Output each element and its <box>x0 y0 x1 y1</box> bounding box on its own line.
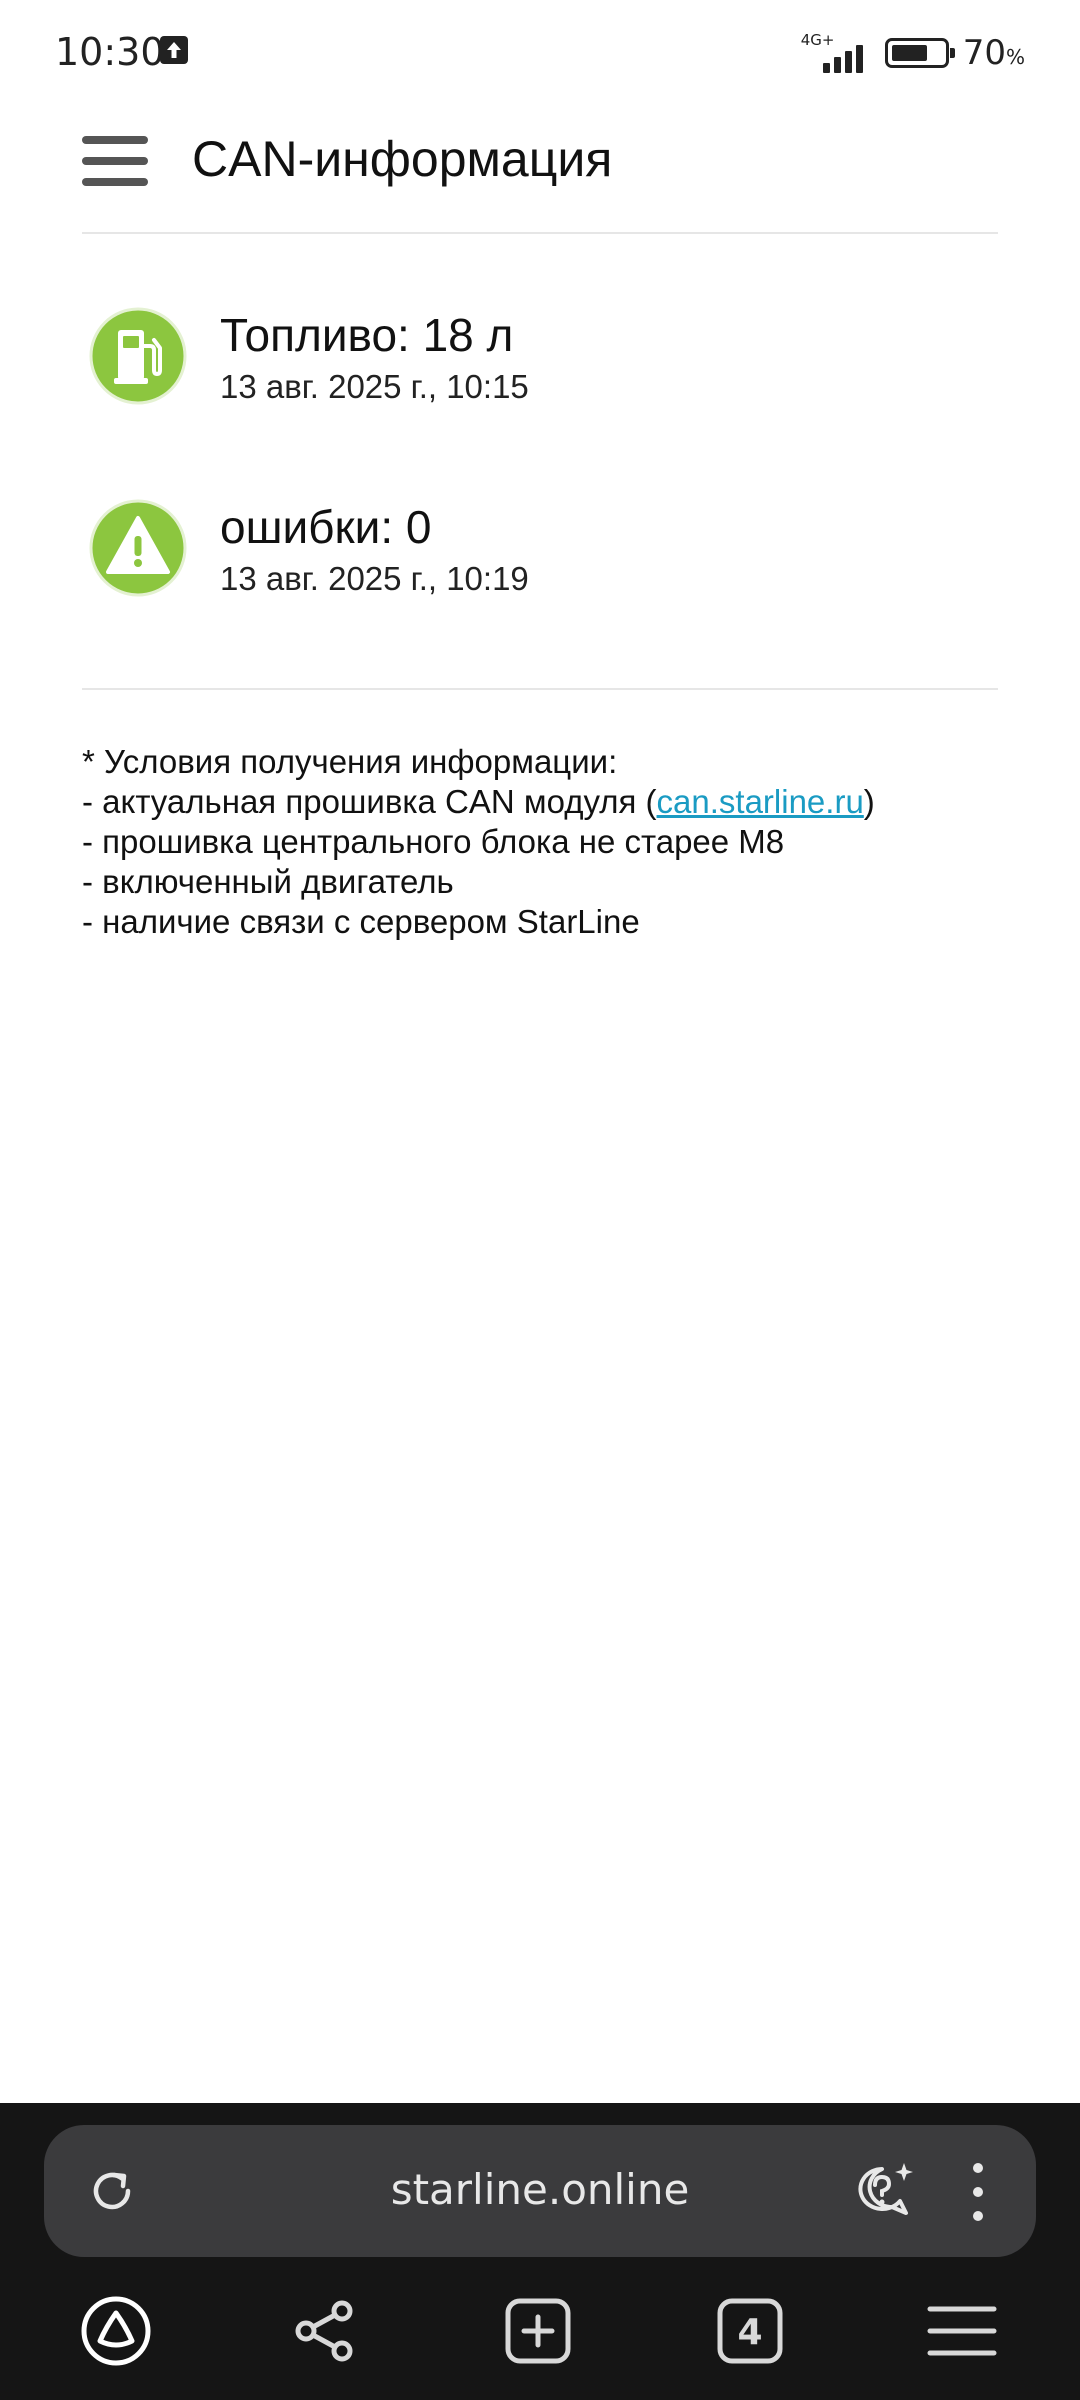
warning-triangle-icon <box>88 498 188 598</box>
status-time: 10:30 <box>55 30 165 74</box>
info-item-errors: ошибки: 0 13 авг. 2025 г., 10:19 <box>82 498 998 628</box>
browser-toolbar: starline.online 4 <box>0 2103 1080 2400</box>
upload-notification-icon <box>160 36 188 64</box>
app-header: CAN-информация <box>0 100 1080 235</box>
share-button[interactable] <box>286 2291 366 2371</box>
info-item-fuel: Топливо: 18 л 13 авг. 2025 г., 10:15 <box>82 306 998 436</box>
battery-icon <box>884 38 955 68</box>
screen: 10:30 4G+ 70% CAN-информация Топливо: 18… <box>0 0 1080 2400</box>
note-line: - включенный двигатель <box>82 863 454 900</box>
browser-menu-button[interactable] <box>922 2291 1002 2371</box>
battery-fill <box>891 45 927 61</box>
fuel-pump-icon <box>88 306 188 406</box>
errors-date: 13 авг. 2025 г., 10:19 <box>220 560 529 597</box>
note-line-firmware: - актуальная прошивка CAN модуля (can.st… <box>82 783 875 820</box>
tab-count: 4 <box>737 2312 762 2353</box>
new-tab-button[interactable] <box>498 2291 578 2371</box>
hamburger-menu-button[interactable] <box>82 130 148 190</box>
cellular-signal-icon: 4G+ <box>801 31 871 73</box>
note-line: * Условия получения информации: <box>82 743 618 780</box>
note-line: - прошивка центрального блока не старее … <box>82 823 785 860</box>
fuel-date: 13 авг. 2025 г., 10:15 <box>220 368 529 405</box>
tabs-button[interactable]: 4 <box>710 2291 790 2371</box>
battery-percent: 70% <box>962 33 1025 73</box>
browser-nav: 4 <box>0 2291 1080 2381</box>
status-bar: 10:30 4G+ 70% <box>0 0 1080 100</box>
divider <box>82 688 998 690</box>
can-starline-link[interactable]: can.starline.ru <box>657 783 864 820</box>
more-menu-button[interactable] <box>968 2163 988 2221</box>
alice-assistant-button[interactable] <box>76 2291 156 2371</box>
conditions-notes: * Условия получения информации: - актуал… <box>82 742 1042 942</box>
errors-title: ошибки: 0 <box>220 501 432 553</box>
ai-assistant-icon[interactable] <box>852 2161 916 2221</box>
note-line: - наличие связи с сервером StarLine <box>82 903 640 940</box>
address-bar[interactable]: starline.online <box>44 2125 1036 2257</box>
status-indicators: 4G+ 70% <box>801 28 1025 78</box>
fuel-title: Топливо: 18 л <box>220 309 514 361</box>
divider <box>82 232 998 234</box>
page-title: CAN-информация <box>192 131 613 187</box>
